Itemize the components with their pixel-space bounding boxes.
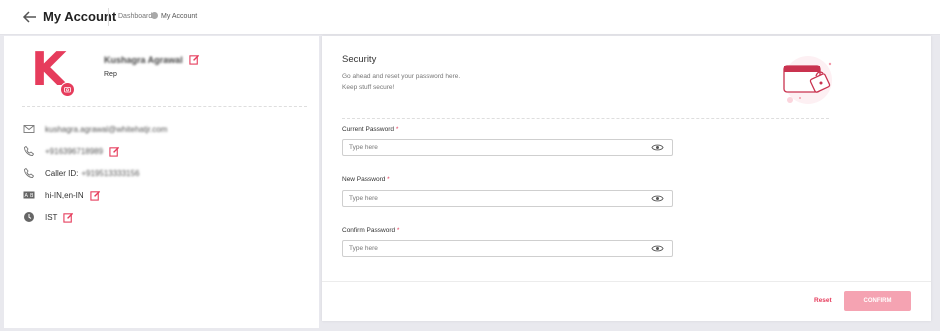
- camera-icon[interactable]: [60, 82, 75, 97]
- breadcrumb-current: My Account: [161, 13, 198, 20]
- page-title: My Account: [43, 9, 117, 24]
- confirm-button[interactable]: CONFIRM: [844, 291, 911, 311]
- caller-id-value: +919513333156: [81, 168, 140, 178]
- security-divider: [342, 118, 829, 119]
- top-bar: My Account Dashboard My Account: [0, 0, 940, 35]
- profile-divider: [22, 106, 307, 107]
- user-role: Rep: [104, 71, 117, 78]
- eye-icon[interactable]: [651, 194, 664, 203]
- language-icon: AB: [23, 191, 35, 199]
- caller-id-label: Caller ID:: [45, 168, 79, 178]
- mail-icon: [23, 125, 35, 133]
- timezone-value: IST: [45, 212, 58, 222]
- new-password-field[interactable]: [342, 190, 673, 207]
- email-row: kushagra.agrawal@whitehatjr.com: [23, 122, 167, 136]
- phone-icon: [24, 167, 35, 178]
- edit-name-icon[interactable]: [189, 54, 200, 65]
- caller-id-row: Caller ID: +919513333156: [23, 166, 139, 180]
- timezone-row: IST: [23, 210, 74, 224]
- back-arrow-icon[interactable]: [22, 9, 38, 25]
- language-value: hi-IN,en-IN: [45, 190, 84, 200]
- security-panel: Security Go ahead and reset your passwor…: [322, 36, 931, 321]
- new-password-label: New Password *: [342, 176, 390, 183]
- footer-divider: [322, 281, 931, 282]
- clock-icon: [24, 212, 34, 222]
- avatar: K: [24, 42, 75, 97]
- current-password-label: Current Password *: [342, 126, 399, 133]
- language-row: AB hi-IN,en-IN: [23, 188, 101, 202]
- phone-row: +916396718989: [23, 144, 120, 158]
- security-description: Go ahead and reset your password here. K…: [342, 71, 542, 93]
- confirm-password-field[interactable]: [342, 240, 673, 257]
- security-description-line2: Keep stuff secure!: [342, 84, 395, 91]
- phone-icon: [24, 145, 35, 156]
- eye-icon[interactable]: [651, 244, 664, 253]
- user-name: Kushagra Agrawal: [104, 55, 183, 65]
- security-title: Security: [342, 54, 377, 65]
- current-password-field[interactable]: [342, 139, 673, 156]
- edit-timezone-icon[interactable]: [63, 212, 74, 223]
- phone-value: +916396718989: [45, 146, 104, 156]
- edit-phone-icon[interactable]: [109, 146, 120, 157]
- edit-language-icon[interactable]: [90, 190, 101, 201]
- reset-button[interactable]: Reset: [814, 297, 832, 304]
- eye-icon[interactable]: [651, 143, 664, 152]
- lock-illustration-icon: [783, 56, 832, 104]
- security-description-line1: Go ahead and reset your password here.: [342, 73, 461, 80]
- confirm-password-input[interactable]: [343, 241, 655, 256]
- svg-text:B: B: [30, 193, 34, 199]
- new-password-input[interactable]: [343, 191, 655, 206]
- current-password-input[interactable]: [343, 140, 655, 155]
- title-divider: [108, 8, 109, 26]
- email-value: kushagra.agrawal@whitehatjr.com: [45, 124, 168, 134]
- breadcrumb-separator: [151, 12, 158, 19]
- svg-text:A: A: [25, 193, 29, 199]
- breadcrumb-dashboard[interactable]: Dashboard: [118, 13, 152, 20]
- confirm-password-label: Confirm Password *: [342, 227, 400, 234]
- profile-panel: K Kushagra Agrawal Rep kushagra.agrawal@…: [4, 36, 319, 328]
